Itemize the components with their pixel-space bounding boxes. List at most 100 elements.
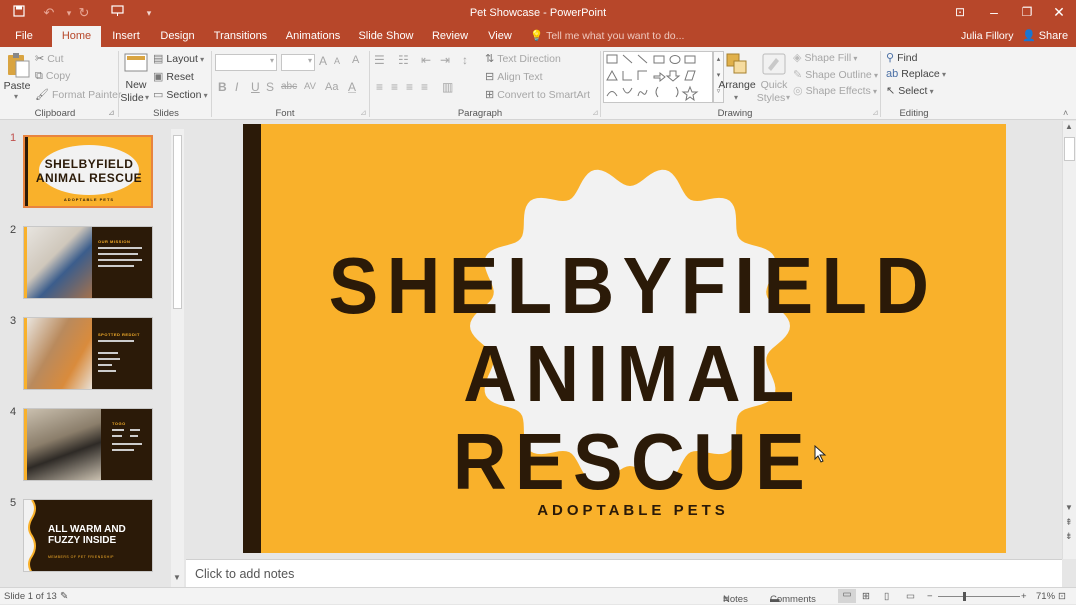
justify-button[interactable]: ≡ [421, 80, 428, 94]
slide-thumbnail-5[interactable]: ALL WARM AND FUZZY INSIDE MEMBERS OF PET… [23, 499, 153, 572]
minimize-button[interactable]: – [977, 0, 1011, 26]
replace-button[interactable]: ab Replace ▾ [886, 68, 946, 80]
zoom-level[interactable]: 71% [1036, 591, 1055, 602]
cut-button[interactable]: ✂ Cut [35, 52, 64, 65]
slide-thumbnail-2[interactable]: OUR MISSION [23, 226, 153, 299]
drawing-launcher-icon[interactable]: ⊿ [872, 108, 879, 117]
close-button[interactable]: ✕ [1042, 0, 1076, 26]
scroll-up-icon[interactable]: ▲ [1065, 122, 1073, 131]
copy-button[interactable]: ⧉ Copy [35, 70, 70, 83]
format-painter-button[interactable]: 🖌 Format Painter [35, 88, 121, 101]
arrange-icon[interactable] [725, 52, 749, 76]
fit-to-window-icon[interactable]: ⊡ [1058, 591, 1066, 602]
tab-design[interactable]: Design [155, 26, 200, 47]
bullets-button[interactable]: ☰ [374, 53, 385, 67]
underline-button[interactable]: U [251, 80, 260, 94]
shape-effects-button[interactable]: ◎ Shape Effects ▾ [793, 84, 877, 97]
spell-check-icon[interactable]: ✎ [60, 591, 68, 602]
tell-me-search[interactable]: 💡 Tell me what you want to do... [530, 26, 684, 47]
tab-home[interactable]: Home [52, 26, 101, 47]
align-left-button[interactable]: ≡ [376, 80, 383, 94]
new-slide-icon[interactable] [124, 51, 148, 77]
tab-file[interactable]: File [4, 26, 44, 47]
select-button[interactable]: ↖ Select ▾ [886, 84, 934, 97]
new-slide-label-2[interactable]: Slide [117, 92, 147, 104]
share-button[interactable]: 👤 Share [1022, 26, 1068, 47]
paragraph-launcher-icon[interactable]: ⊿ [592, 108, 599, 117]
slide-thumbnail-3[interactable]: SPOTTED REDDIT [23, 317, 153, 390]
thumbnail-scrollbar[interactable]: ▼ [171, 129, 184, 587]
italic-button[interactable]: I [235, 80, 238, 94]
font-name-box[interactable] [215, 54, 277, 71]
grow-font-button[interactable]: A [319, 54, 327, 68]
shapes-gallery-scroll[interactable]: ▴ ▾ ▿ [713, 51, 724, 103]
collapse-ribbon-icon[interactable]: ˄ [1063, 108, 1068, 118]
next-slide-icon[interactable]: ⇟ [1065, 531, 1073, 542]
strikethrough-button[interactable]: abc [281, 81, 297, 92]
previous-slide-icon[interactable]: ⇞ [1065, 517, 1073, 528]
align-text-button[interactable]: ⊟ Align Text [485, 70, 543, 83]
normal-view-icon[interactable]: ▭ [838, 589, 856, 603]
section-button[interactable]: ▭ Section ▾ [153, 88, 208, 101]
shadow-button[interactable]: S [266, 80, 274, 94]
restore-button[interactable]: ❐ [1010, 0, 1044, 26]
slide-sorter-view-icon[interactable]: ⊞ [862, 591, 870, 602]
shapes-gallery[interactable] [603, 51, 713, 103]
tab-review[interactable]: Review [426, 26, 474, 47]
slide-canvas[interactable]: SHELBYFIELD ANIMAL RESCUE ADOPTABLE PETS [243, 124, 1006, 553]
slide-show-view-icon[interactable]: ▭ [906, 591, 915, 602]
quick-styles-label-1[interactable]: Quick [758, 79, 790, 91]
quick-styles-icon[interactable] [761, 52, 787, 76]
quick-styles-dropdown-icon[interactable]: ▾ [786, 93, 790, 102]
center-button[interactable]: ≡ [391, 80, 398, 94]
increase-indent-button[interactable]: ⇥ [440, 53, 450, 67]
notes-pane[interactable]: Click to add notes [186, 559, 1062, 587]
font-size-dropdown-icon[interactable]: ▾ [308, 56, 312, 65]
ribbon-display-options-icon[interactable]: ⊡ [943, 0, 977, 26]
scroll-down-icon[interactable]: ▼ [1065, 503, 1073, 512]
tab-insert[interactable]: Insert [106, 26, 146, 47]
decrease-indent-button[interactable]: ⇤ [421, 53, 431, 67]
change-case-button[interactable]: Aa [325, 81, 338, 93]
clipboard-launcher-icon[interactable]: ⊿ [108, 108, 115, 117]
tab-view[interactable]: View [482, 26, 518, 47]
zoom-slider-track[interactable] [938, 596, 1020, 597]
align-right-button[interactable]: ≡ [406, 80, 413, 94]
slide-thumbnail-4[interactable]: TOGO [23, 408, 153, 481]
find-button[interactable]: ⚲ Find [886, 51, 918, 64]
quick-styles-label-2[interactable]: Styles [755, 92, 787, 104]
layout-button[interactable]: ▤ Layout ▾ [153, 52, 204, 65]
shape-fill-button[interactable]: ◈ Shape Fill ▾ [793, 51, 857, 64]
tab-animations[interactable]: Animations [280, 26, 346, 47]
clear-formatting-button[interactable]: A [352, 54, 359, 66]
shape-outline-button[interactable]: ✎ Shape Outline ▾ [793, 68, 878, 81]
editor-scrollbar-thumb[interactable] [1064, 137, 1075, 161]
columns-button[interactable]: ▥ [442, 80, 453, 94]
thumbnail-scrollbar-thumb[interactable] [173, 135, 182, 309]
slide-thumbnail-1[interactable]: SHELBYFIELD ANIMAL RESCUE ADOPTABLE PETS [23, 135, 153, 208]
shrink-font-button[interactable]: A [334, 56, 340, 66]
account-name[interactable]: Julia Fillory [961, 26, 1014, 47]
tab-transitions[interactable]: Transitions [208, 26, 273, 47]
numbering-button[interactable]: ☷ [398, 53, 409, 67]
slide-subtitle[interactable]: ADOPTABLE PETS [483, 502, 783, 519]
arrange-button[interactable]: Arrange [717, 79, 757, 91]
slide-title[interactable]: SHELBYFIELD ANIMAL RESCUE [326, 242, 940, 506]
tab-slide-show[interactable]: Slide Show [354, 26, 418, 47]
zoom-slider-thumb[interactable] [963, 592, 966, 601]
paste-icon[interactable] [5, 51, 31, 79]
new-slide-label-1[interactable]: New [118, 79, 154, 91]
reading-view-icon[interactable]: ▯ [884, 591, 889, 602]
new-slide-dropdown-icon[interactable]: ▾ [145, 93, 149, 102]
editor-scrollbar[interactable]: ▲ ▼ ⇞ ⇟ [1062, 121, 1076, 559]
reset-button[interactable]: ▣ Reset [153, 70, 194, 83]
font-launcher-icon[interactable]: ⊿ [360, 108, 367, 117]
scroll-down-icon[interactable]: ▼ [173, 573, 181, 582]
font-name-dropdown-icon[interactable]: ▾ [270, 56, 274, 65]
paste-dropdown-icon[interactable]: ▾ [14, 92, 18, 101]
arrange-dropdown-icon[interactable]: ▾ [734, 93, 738, 102]
text-direction-button[interactable]: ⇅ Text Direction [485, 52, 561, 65]
zoom-in-button[interactable]: + [1021, 591, 1027, 602]
bold-button[interactable]: B [218, 80, 227, 94]
character-spacing-button[interactable]: AV [304, 81, 316, 92]
